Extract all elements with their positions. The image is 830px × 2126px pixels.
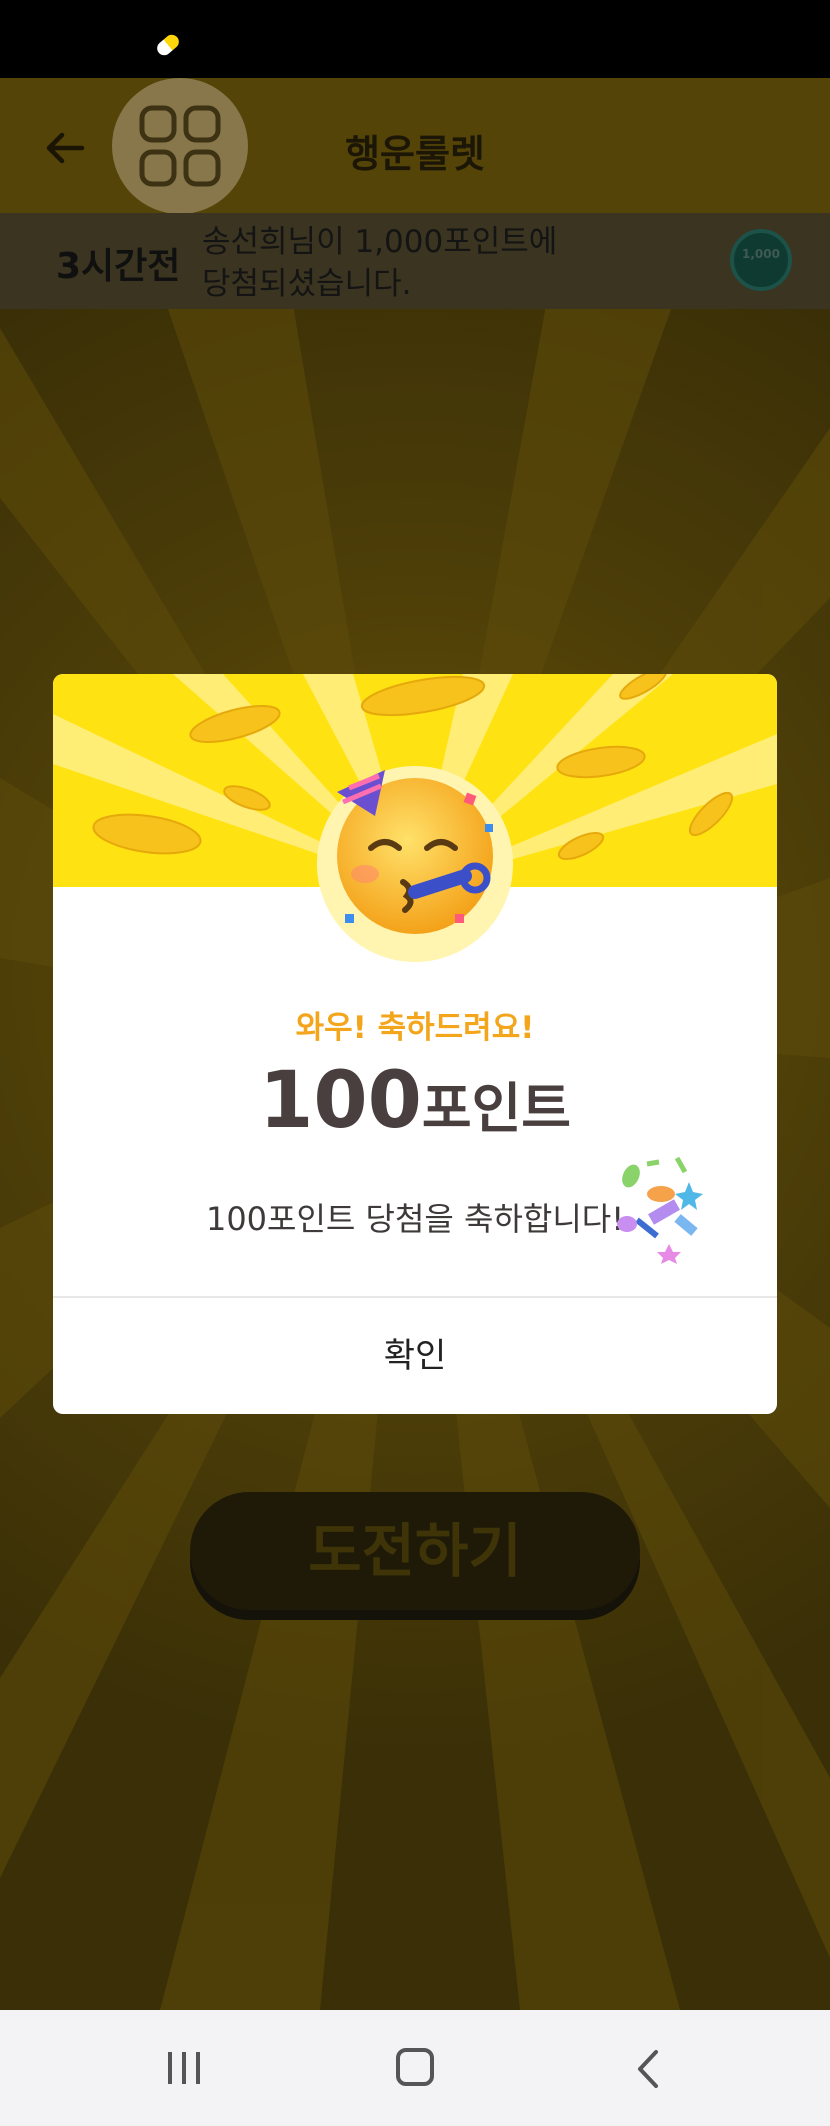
grid-menu-icon bbox=[139, 105, 221, 187]
challenge-button-label: 도전하기 bbox=[308, 1517, 522, 1585]
confetti-icon bbox=[617, 1156, 703, 1264]
dialog-subtitle: 와우! 축하드려요! bbox=[295, 1010, 535, 1046]
ticker-message: 송선희님이 1,000포인트에 당첨되셨습니다. bbox=[202, 224, 558, 302]
home-icon[interactable] bbox=[396, 2048, 434, 2086]
confirm-button[interactable]: 확인 bbox=[53, 1298, 777, 1414]
reward-amount-unit: 포인트 bbox=[421, 1077, 571, 1140]
status-notification-icon bbox=[154, 31, 182, 59]
nav-back-icon[interactable] bbox=[630, 2048, 666, 2090]
grid-menu-button[interactable] bbox=[112, 78, 248, 214]
ticker-time: 3시간전 bbox=[56, 246, 181, 287]
coin-badge-text: 1,000 bbox=[742, 247, 780, 261]
winner-ticker: 3시간전 송선희님이 1,000포인트에 당첨되셨습니다. 1,000 bbox=[0, 213, 830, 309]
system-nav-bar bbox=[0, 2010, 830, 2126]
reward-amount-number: 100 bbox=[259, 1056, 422, 1146]
reward-amount: 100포인트 bbox=[53, 1056, 777, 1146]
status-bar bbox=[0, 0, 830, 78]
confirm-button-label: 확인 bbox=[383, 1336, 447, 1376]
reward-dialog: 와우! 축하드려요! 100포인트 100포인트 당첨을 축하합니다! 확인 bbox=[53, 674, 777, 1414]
recent-apps-icon[interactable] bbox=[164, 2050, 204, 2086]
challenge-button[interactable]: 도전하기 bbox=[190, 1492, 640, 1610]
partying-face-emoji bbox=[317, 766, 513, 962]
coin-badge-icon: 1,000 bbox=[730, 229, 792, 291]
